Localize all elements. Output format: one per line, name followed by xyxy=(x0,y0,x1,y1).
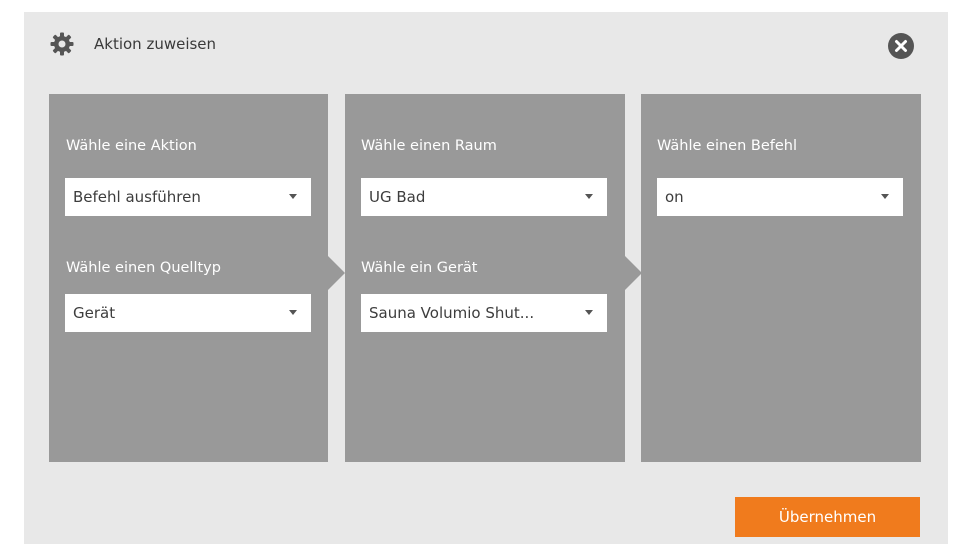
command-select[interactable]: on xyxy=(657,178,903,216)
chevron-down-icon xyxy=(585,194,593,199)
chevron-down-icon xyxy=(881,194,889,199)
device-select[interactable]: Sauna Volumio Shut... xyxy=(361,294,607,332)
dialog-title: Aktion zuweisen xyxy=(94,35,217,53)
command-select-value: on xyxy=(665,188,684,206)
chevron-down-icon xyxy=(289,194,297,199)
action-dialog: Aktion zuweisen Wähle eine Aktion Befehl… xyxy=(24,12,948,544)
action-select-value: Befehl ausführen xyxy=(73,188,201,206)
device-label: Wähle ein Gerät xyxy=(361,260,478,276)
chevron-down-icon xyxy=(585,310,593,315)
room-label: Wähle einen Raum xyxy=(361,138,497,154)
source-type-select[interactable]: Gerät xyxy=(65,294,311,332)
action-label: Wähle eine Aktion xyxy=(66,138,197,154)
close-icon[interactable] xyxy=(887,32,915,60)
panel-arrow xyxy=(328,256,345,290)
action-select[interactable]: Befehl ausführen xyxy=(65,178,311,216)
source-type-label: Wähle einen Quelltyp xyxy=(66,260,221,276)
apply-button[interactable]: Übernehmen xyxy=(735,497,920,537)
command-label: Wähle einen Befehl xyxy=(657,138,798,154)
source-type-select-value: Gerät xyxy=(73,304,116,322)
device-select-value: Sauna Volumio Shut... xyxy=(369,304,535,322)
dialog-header: Aktion zuweisen xyxy=(24,12,948,78)
room-select[interactable]: UG Bad xyxy=(361,178,607,216)
gear-icon xyxy=(50,32,74,56)
room-select-value: UG Bad xyxy=(369,188,426,206)
panel-arrow xyxy=(625,256,642,290)
chevron-down-icon xyxy=(289,310,297,315)
